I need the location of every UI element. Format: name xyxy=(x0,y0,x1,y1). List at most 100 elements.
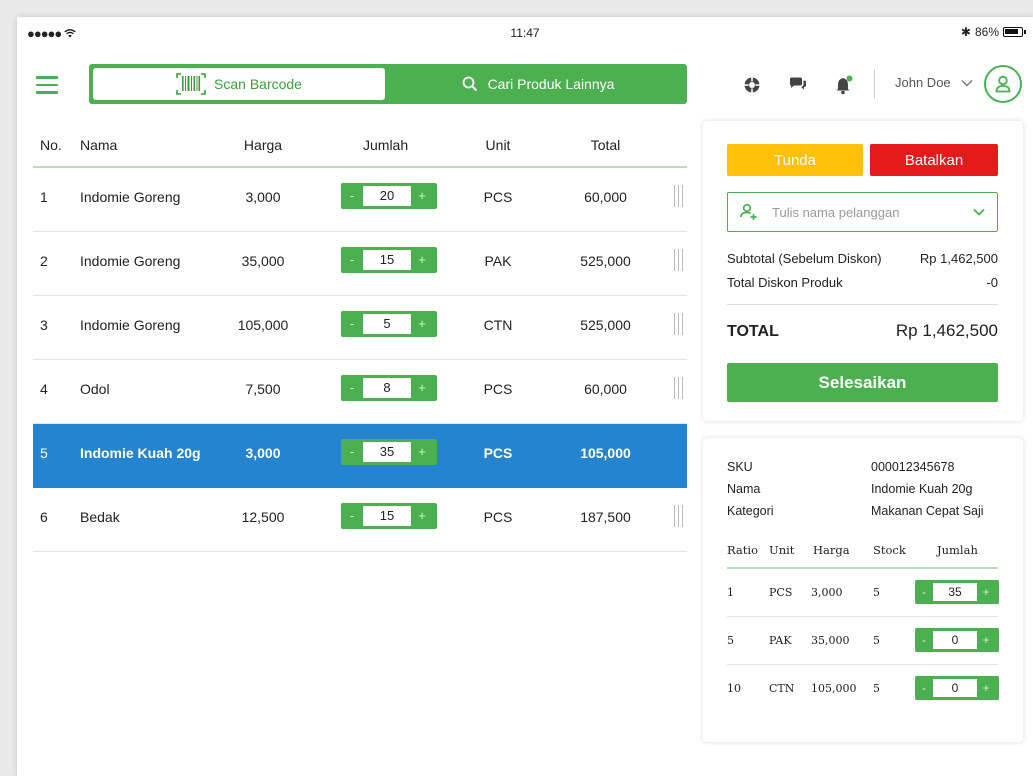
decrement-button[interactable]: - xyxy=(341,375,363,401)
row-unit: PCS xyxy=(483,189,513,205)
unit-row: 5 PAK 35,000 5 - 0 + xyxy=(727,617,999,665)
row-no: 4 xyxy=(40,381,48,397)
row-no: 6 xyxy=(40,509,48,525)
battery-status: ✱ 86% xyxy=(960,25,1026,39)
quantity-stepper: - 20 + xyxy=(341,183,437,209)
row-total: 525,000 xyxy=(580,253,631,269)
row-unit: PCS xyxy=(483,381,513,397)
increment-button[interactable]: + xyxy=(411,503,433,529)
increment-button[interactable]: + xyxy=(977,580,995,604)
col-harga: Harga xyxy=(243,137,283,153)
support-lifebuoy-icon[interactable] xyxy=(742,75,762,95)
hold-button[interactable]: Tunda xyxy=(727,144,863,176)
order-summary-card: Tunda Batalkan Tulis nama pelanggan Subt… xyxy=(703,121,1023,421)
notification-bell-icon[interactable] xyxy=(834,75,854,95)
sku-label: SKU xyxy=(727,460,753,474)
table-row[interactable]: 3 Indomie Goreng 105,000 - 5 + CTN 525,0… xyxy=(33,296,687,360)
decrement-button[interactable]: - xyxy=(915,676,933,700)
cart-table-header: No. Nama Harga Jumlah Unit Total xyxy=(33,137,687,168)
row-unit: PCS xyxy=(483,445,513,461)
increment-button[interactable]: + xyxy=(411,183,433,209)
row-harga: 12,500 xyxy=(241,509,285,525)
quantity-input[interactable]: 15 xyxy=(363,250,411,270)
col-total: Total xyxy=(590,137,621,153)
total-line: TOTAL Rp 1,462,500 xyxy=(727,321,998,341)
row-unit: PAK xyxy=(484,253,512,269)
drag-handle-icon[interactable] xyxy=(674,249,684,271)
avatar[interactable] xyxy=(984,65,1022,103)
table-row[interactable]: 4 Odol 7,500 - 8 + PCS 60,000 xyxy=(33,360,687,424)
hamburger-menu-icon[interactable] xyxy=(36,76,58,94)
col-unit: Unit xyxy=(485,137,511,153)
drag-handle-icon[interactable] xyxy=(674,313,684,335)
kategori-label: Kategori xyxy=(727,504,774,518)
increment-button[interactable]: + xyxy=(977,628,995,652)
finish-button[interactable]: Selesaikan xyxy=(727,363,998,402)
app-window: ●●●●● 11:47 ✱ 86% Scan Barcode Cari Prod… xyxy=(17,17,1033,776)
unit-price: 3,000 xyxy=(811,586,843,599)
total-label: TOTAL xyxy=(727,323,779,340)
decrement-button[interactable]: - xyxy=(341,503,363,529)
increment-button[interactable]: + xyxy=(411,311,433,337)
chat-icon[interactable] xyxy=(788,75,808,95)
row-unit: PCS xyxy=(483,509,513,525)
increment-button[interactable]: + xyxy=(411,247,433,273)
customer-select[interactable]: Tulis nama pelanggan xyxy=(727,192,998,232)
barcode-icon xyxy=(176,73,206,95)
drag-handle-icon[interactable] xyxy=(674,185,684,207)
increment-button[interactable]: + xyxy=(411,375,433,401)
drag-handle-icon[interactable] xyxy=(674,441,684,463)
unit-stock: 5 xyxy=(873,586,880,599)
find-product-button[interactable]: Cari Produk Lainnya xyxy=(389,64,687,104)
drag-handle-icon[interactable] xyxy=(674,505,684,527)
increment-button[interactable]: + xyxy=(411,439,433,465)
unit-stock: 5 xyxy=(873,682,880,695)
summary-divider xyxy=(727,304,998,305)
quantity-input[interactable]: 20 xyxy=(363,186,411,206)
search-bar: Scan Barcode Cari Produk Lainnya xyxy=(89,64,687,104)
decrement-button[interactable]: - xyxy=(915,628,933,652)
unit-row: 10 CTN 105,000 5 - 0 + xyxy=(727,665,999,713)
find-product-label: Cari Produk Lainnya xyxy=(487,76,615,92)
cancel-button[interactable]: Batalkan xyxy=(870,144,998,176)
unit-ratio: 10 xyxy=(727,682,741,695)
col-jumlah: Jumlah xyxy=(937,543,978,557)
quantity-input[interactable]: 35 xyxy=(933,583,977,601)
user-menu[interactable]: John Doe xyxy=(895,75,973,90)
decrement-button[interactable]: - xyxy=(341,183,363,209)
decrement-button[interactable]: - xyxy=(915,580,933,604)
quantity-input[interactable]: 0 xyxy=(933,631,977,649)
table-row[interactable]: 6 Bedak 12,500 - 15 + PCS 187,500 xyxy=(33,488,687,552)
discount-line: Total Diskon Produk -0 xyxy=(727,275,998,290)
sku-value: 000012345678 xyxy=(871,460,955,474)
col-unit: Unit xyxy=(769,543,795,557)
bluetooth-icon: ✱ xyxy=(960,25,971,39)
customer-placeholder: Tulis nama pelanggan xyxy=(772,204,900,220)
increment-button[interactable]: + xyxy=(977,676,995,700)
user-name: John Doe xyxy=(895,75,951,90)
row-total: 60,000 xyxy=(584,381,627,397)
scan-barcode-button[interactable]: Scan Barcode xyxy=(93,68,385,100)
subtotal-label: Subtotal (Sebelum Diskon) xyxy=(727,251,882,266)
user-icon xyxy=(995,75,1011,93)
quantity-input[interactable]: 8 xyxy=(363,378,411,398)
decrement-button[interactable]: - xyxy=(341,311,363,337)
quantity-input[interactable]: 15 xyxy=(363,506,411,526)
quantity-input[interactable]: 5 xyxy=(363,314,411,334)
header-divider xyxy=(874,69,875,99)
drag-handle-icon[interactable] xyxy=(674,377,684,399)
unit-price: 35,000 xyxy=(811,634,850,647)
table-row[interactable]: 2 Indomie Goreng 35,000 - 15 + PAK 525,0… xyxy=(33,232,687,296)
decrement-button[interactable]: - xyxy=(341,439,363,465)
quantity-input[interactable]: 35 xyxy=(363,442,411,462)
col-ratio: Ratio xyxy=(727,543,759,557)
unit-row: 1 PCS 3,000 5 - 35 + xyxy=(727,569,999,617)
row-no: 1 xyxy=(40,189,48,205)
quantity-stepper: - 15 + xyxy=(341,503,437,529)
table-row-selected[interactable]: 5 Indomie Kuah 20g 3,000 - 35 + PCS 105,… xyxy=(33,424,687,488)
decrement-button[interactable]: - xyxy=(341,247,363,273)
search-icon xyxy=(462,76,477,92)
quantity-stepper: - 35 + xyxy=(341,439,437,465)
quantity-input[interactable]: 0 xyxy=(933,679,977,697)
table-row[interactable]: 1 Indomie Goreng 3,000 - 20 + PCS 60,000 xyxy=(33,168,687,232)
